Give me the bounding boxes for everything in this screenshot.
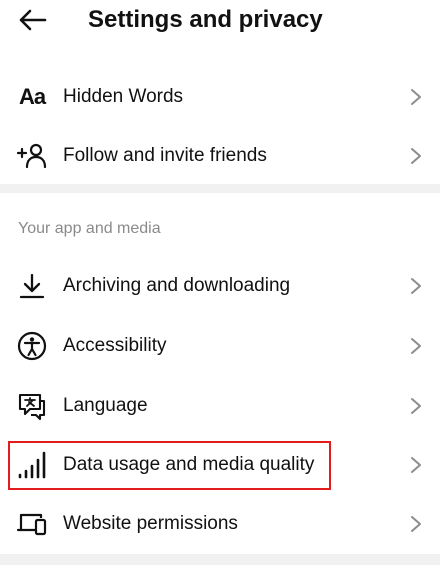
section-divider (0, 184, 440, 193)
section-title: Your app and media (18, 220, 161, 237)
settings-item-language[interactable]: Language (0, 376, 440, 436)
chevron-right-icon (411, 457, 421, 473)
download-icon (16, 271, 48, 301)
settings-item-label: Website permissions (63, 513, 238, 534)
settings-item-hidden-words[interactable]: Aa Hidden Words (0, 67, 440, 127)
settings-item-label: Hidden Words (63, 86, 184, 107)
devices-icon (16, 509, 48, 539)
back-button[interactable] (14, 4, 50, 36)
chevron-right-icon (411, 89, 421, 105)
text-size-icon: Aa (18, 84, 46, 109)
settings-item-label: Accessibility (63, 335, 167, 356)
chevron-right-icon (411, 338, 421, 354)
settings-item-label: Archiving and downloading (63, 275, 291, 296)
chevron-right-icon (411, 398, 421, 414)
section-divider (0, 554, 440, 565)
accessibility-icon (16, 331, 48, 361)
settings-item-label: Language (63, 395, 148, 416)
settings-item-follow-invite[interactable]: Follow and invite friends (0, 126, 440, 186)
page-title: Settings and privacy (88, 6, 323, 33)
chevron-right-icon (411, 278, 421, 294)
chevron-right-icon (411, 148, 421, 164)
settings-item-website-permissions[interactable]: Website permissions (0, 494, 440, 554)
settings-item-label: Follow and invite friends (63, 145, 267, 166)
header: Settings and privacy (0, 0, 440, 44)
settings-item-archiving-downloading[interactable]: Archiving and downloading (0, 256, 440, 316)
highlight-box (8, 441, 331, 490)
chevron-right-icon (411, 516, 421, 532)
language-icon (16, 391, 48, 421)
settings-item-accessibility[interactable]: Accessibility (0, 316, 440, 376)
add-person-icon (16, 141, 48, 171)
arrow-left-icon (19, 9, 47, 31)
